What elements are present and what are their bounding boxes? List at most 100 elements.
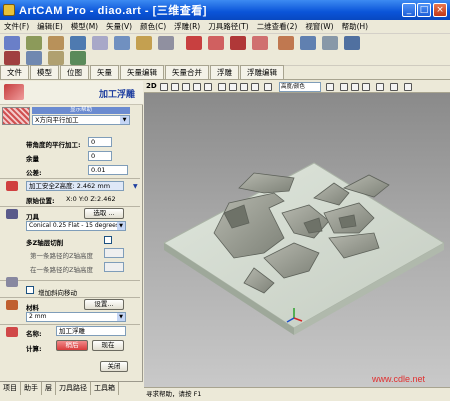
two-rail-sweep-icon[interactable]	[92, 36, 108, 50]
relief-toolbar	[0, 34, 450, 66]
maximize-button[interactable]: □	[417, 3, 431, 17]
tab-bitmap[interactable]: 位图	[60, 65, 89, 79]
panel-close-button[interactable]: 关闭	[100, 361, 128, 372]
turn-icon[interactable]	[114, 36, 130, 50]
tab-toolbox[interactable]: 工具箱	[91, 382, 119, 395]
texture-icon[interactable]	[158, 36, 174, 50]
strategy-select[interactable]: X方向平行加工 ▼	[32, 115, 130, 125]
mirror-icon[interactable]	[300, 36, 316, 50]
dropdown-arrow-icon[interactable]: ▼	[117, 313, 125, 321]
relief-blend-icon[interactable]	[322, 36, 338, 50]
tab-file[interactable]: 文件	[0, 65, 29, 79]
menu-model[interactable]: 模型(M)	[67, 21, 102, 32]
last-pass-label: 在一条路径的Z轴高度	[30, 266, 93, 274]
3d-view-toolbar: 2D 高度/颜色	[144, 81, 450, 93]
menu-vector[interactable]: 矢量(V)	[102, 21, 136, 32]
last-pass-input[interactable]	[104, 262, 124, 272]
offset-icon[interactable]	[252, 36, 268, 50]
category-tabs: 文件 模型 位图 矢量 矢量编辑 矢量合并 浮雕 浮雕编辑	[0, 65, 450, 80]
zoom-all-icon[interactable]	[204, 83, 212, 91]
wireframe-icon[interactable]	[326, 83, 334, 91]
zoom-in-icon[interactable]	[182, 83, 190, 91]
height-color-combo[interactable]: 高度/颜色	[279, 82, 321, 92]
play-icon[interactable]	[390, 83, 398, 91]
now-button[interactable]: 现在	[92, 340, 124, 351]
tool-value: Conical 0.25 Flat - 15 degrees	[29, 222, 119, 229]
strategy-help-header[interactable]: 显示帮助	[32, 107, 130, 114]
allowance-input[interactable]: 0.01	[88, 165, 128, 175]
lighting-icon[interactable]	[264, 83, 272, 91]
stepover-input[interactable]: 0	[88, 137, 112, 147]
emboss-icon[interactable]	[344, 36, 360, 50]
simulate-icon[interactable]	[376, 83, 384, 91]
menu-edit[interactable]: 编辑(E)	[33, 21, 67, 32]
material-combo[interactable]: 2 mm ▼	[26, 312, 126, 322]
tool-select-button[interactable]: 选取 ...	[84, 208, 124, 219]
front-view-icon[interactable]	[240, 83, 248, 91]
pan-icon[interactable]	[171, 83, 179, 91]
tab-model[interactable]: 模型	[30, 65, 59, 79]
close-button[interactable]: ×	[433, 3, 447, 17]
name-input[interactable]: 加工浮雕	[56, 326, 126, 336]
tab-relief[interactable]: 浮雕	[210, 65, 239, 79]
later-button[interactable]: 稍后	[56, 340, 88, 351]
scale-relief-icon[interactable]	[278, 36, 294, 50]
wrap-icon[interactable]	[70, 51, 86, 65]
tab-vector[interactable]: 矢量	[90, 65, 119, 79]
menu-window[interactable]: 视窗(W)	[301, 21, 337, 32]
menu-2d-view[interactable]: 二维查看(2)	[253, 21, 302, 32]
tab-toolpaths[interactable]: 刀具路径	[56, 382, 91, 395]
tolerance-input[interactable]: 0	[88, 151, 112, 161]
zoom-out-icon[interactable]	[193, 83, 201, 91]
cut-icon[interactable]	[4, 51, 20, 65]
safe-z-field[interactable]: 加工安全Z高度: 2.462 mm	[26, 181, 124, 191]
first-pass-input[interactable]	[104, 248, 124, 258]
grid-icon[interactable]	[351, 83, 359, 91]
menu-color[interactable]: 颜色(C)	[136, 21, 170, 32]
side-view-icon[interactable]	[251, 83, 259, 91]
iso-view-icon[interactable]	[218, 83, 226, 91]
tab-project[interactable]: 项目	[0, 382, 21, 395]
minimize-button[interactable]: _	[402, 3, 416, 17]
extrude-icon[interactable]	[48, 36, 64, 50]
new-relief-icon[interactable]	[4, 36, 20, 50]
calc-label: 计算:	[26, 345, 42, 353]
tab-vector-edit[interactable]: 矢量编辑	[120, 65, 164, 79]
dropdown-arrow-icon[interactable]: ▼	[117, 222, 125, 230]
smooth-icon[interactable]	[186, 36, 202, 50]
expand-arrow-icon[interactable]: ▼	[133, 183, 139, 190]
paint-icon[interactable]	[404, 83, 412, 91]
title-bar: ArtCAM Pro - diao.art - [三维查看] _ □ ×	[0, 0, 450, 20]
shape-editor-icon[interactable]	[26, 36, 42, 50]
tab-relief-edit[interactable]: 浮雕编辑	[240, 65, 284, 79]
multi-z-checkbox[interactable]	[104, 236, 112, 244]
watermark: www.cdle.net	[372, 374, 426, 384]
zoom-icon[interactable]	[160, 83, 168, 91]
diamond-icon[interactable]	[340, 83, 348, 91]
ramp-checkbox[interactable]	[26, 286, 34, 294]
menu-relief[interactable]: 浮雕(R)	[170, 21, 204, 32]
menu-help[interactable]: 帮助(H)	[338, 21, 373, 32]
menu-toolpaths[interactable]: 刀具路径(T)	[204, 21, 252, 32]
material-view-icon[interactable]	[362, 83, 370, 91]
tab-layers[interactable]: 层	[42, 382, 56, 395]
menu-bar: 文件(F) 编辑(E) 模型(M) 矢量(V) 颜色(C) 浮雕(R) 刀具路径…	[0, 20, 450, 34]
name-label: 名称:	[26, 330, 42, 338]
dropdown-arrow-icon[interactable]: ▼	[120, 116, 129, 124]
tab-vector-merge[interactable]: 矢量合并	[165, 65, 209, 79]
top-view-icon[interactable]	[229, 83, 237, 91]
tab-assistant[interactable]: 助手	[21, 382, 42, 395]
2d-view-button[interactable]: 2D	[146, 82, 157, 90]
bitmap-relief-icon[interactable]	[26, 51, 42, 65]
ramp-label: 增加斜向移动	[38, 289, 77, 297]
menu-file[interactable]: 文件(F)	[0, 21, 33, 32]
tool-combo[interactable]: Conical 0.25 Flat - 15 degrees ▼	[26, 221, 126, 231]
3d-viewport[interactable]	[144, 93, 450, 387]
fade-icon[interactable]	[230, 36, 246, 50]
face-wizard-icon[interactable]	[136, 36, 152, 50]
artcam-app-icon[interactable]	[3, 4, 15, 16]
sculpt-icon[interactable]	[208, 36, 224, 50]
vector-doctor-icon[interactable]	[48, 51, 64, 65]
spin-icon[interactable]	[70, 36, 86, 50]
material-setup-button[interactable]: 设置...	[84, 299, 124, 310]
